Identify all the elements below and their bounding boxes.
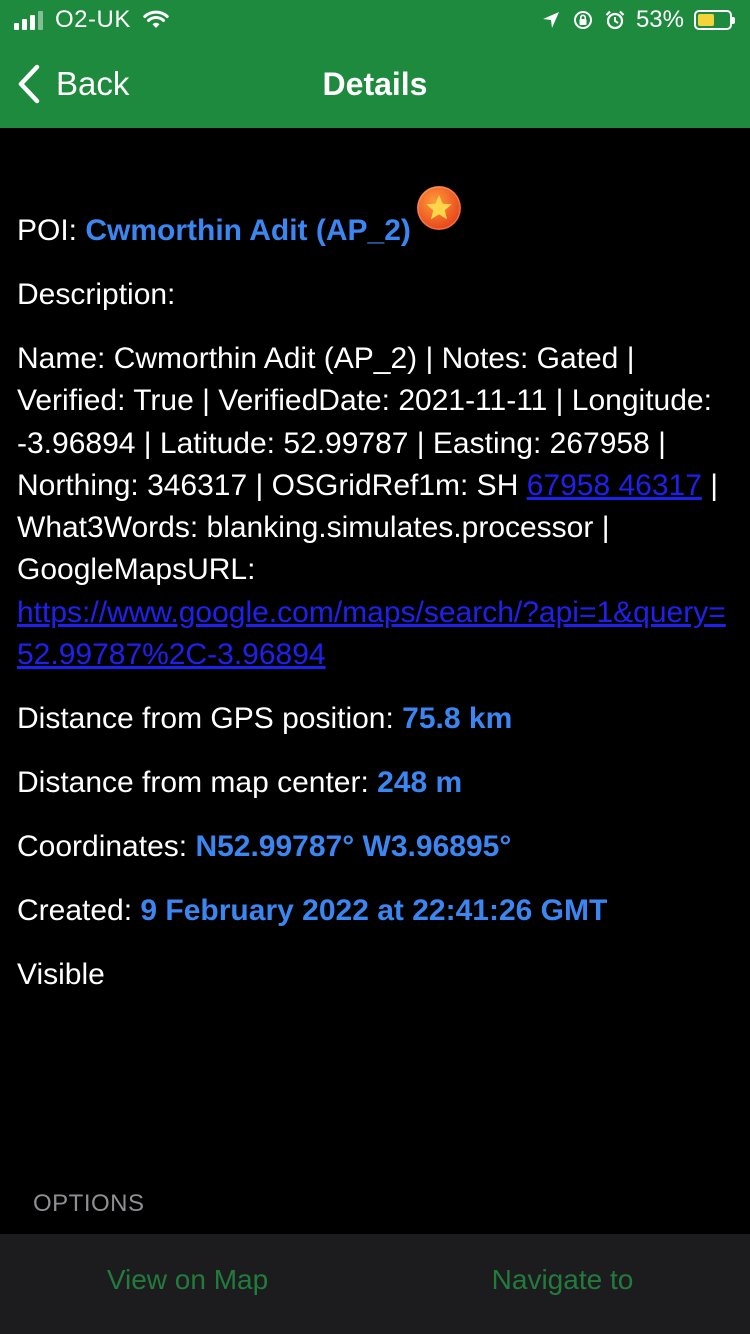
map-distance-row: Distance from map center: 248 m (17, 762, 733, 804)
options-bar: View on Map Navigate to (0, 1234, 750, 1334)
battery-fill (698, 14, 714, 26)
map-distance-label: Distance from map center: (17, 766, 378, 800)
created-value: 9 February 2022 at 22:41:26 GMT (140, 894, 608, 928)
status-bar-left: O2-UK (14, 6, 169, 34)
navigate-to-button[interactable]: Navigate to (375, 1234, 750, 1334)
poi-row: POI: Cwmorthin Adit (AP_2) (17, 186, 733, 252)
visibility-status: Visible (17, 958, 105, 992)
page-title: Details (322, 66, 428, 102)
description-label: Description: (17, 278, 176, 311)
star-badge-icon (416, 186, 461, 230)
details-content: POI: Cwmorthin Adit (AP_2) Description: … (17, 186, 733, 1018)
description-text: Name: Cwmorthin Adit (AP_2) | Notes: Gat… (17, 338, 733, 676)
google-maps-link[interactable]: https://www.google.com/maps/search/?api=… (17, 596, 726, 671)
alarm-icon (605, 10, 625, 30)
status-bar-right: 53% (540, 6, 735, 34)
coordinates-value: N52.99787° W3.96895° (195, 830, 512, 864)
view-on-map-button[interactable]: View on Map (0, 1234, 375, 1334)
gps-distance-label: Distance from GPS position: (17, 702, 403, 736)
gps-distance-value: 75.8 km (402, 702, 513, 736)
options-section-label: OPTIONS (33, 1190, 145, 1217)
wifi-icon (143, 10, 169, 28)
orientation-lock-icon (573, 11, 592, 29)
battery-icon (694, 10, 735, 30)
battery-percent: 53% (635, 6, 684, 33)
coordinates-row: Coordinates: N52.99787° W3.96895° (17, 826, 733, 868)
signal-icon (14, 10, 43, 30)
created-label: Created: (17, 894, 141, 928)
poi-name: Cwmorthin Adit (AP_2) (85, 214, 411, 247)
location-arrow-icon (542, 12, 559, 28)
coordinates-label: Coordinates: (17, 830, 196, 864)
status-bar: O2-UK 53% (0, 0, 750, 40)
map-distance-value: 248 m (377, 766, 463, 800)
created-row: Created: 9 February 2022 at 22:41:26 GMT (17, 890, 733, 932)
gps-distance-row: Distance from GPS position: 75.8 km (17, 698, 733, 740)
navigation-bar: Back Details (0, 40, 750, 128)
os-grid-link[interactable]: 67958 46317 (527, 469, 702, 502)
poi-label: POI: (17, 214, 86, 247)
carrier-name: O2-UK (55, 6, 131, 33)
